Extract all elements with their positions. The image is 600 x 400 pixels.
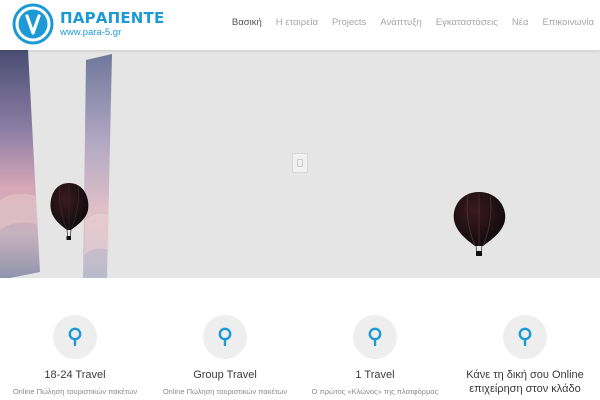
feature-desc: Online Πώληση τουριστικών πακέτων	[12, 387, 138, 396]
brand-name: ΠΑΡΑΠΕΝΤΕ	[60, 8, 165, 27]
nav-item-projects[interactable]: Projects	[332, 17, 366, 28]
map-pin-icon-glyph	[218, 327, 232, 347]
map-pin-icon-glyph	[368, 327, 382, 347]
map-pin-icon[interactable]	[353, 315, 397, 359]
nav-item-home[interactable]: Βασική	[232, 17, 262, 28]
page: ΠΑΡΑΠΕΝΤΕ www.para-5.gr Βασική Η εταιρεί…	[0, 0, 600, 400]
nav-item-company[interactable]: Η εταιρεία	[276, 17, 318, 28]
logo-text: ΠΑΡΑΠΕΝΤΕ www.para-5.gr	[60, 8, 165, 39]
feature-title: Group Travel	[193, 369, 257, 381]
map-pin-icon-glyph	[68, 327, 82, 347]
nav-item-development[interactable]: Ανάπτυξη	[380, 17, 421, 28]
nav-item-facilities[interactable]: Εγκαταστάσεις	[436, 17, 498, 28]
map-pin-icon[interactable]	[503, 315, 547, 359]
play-placeholder-inner	[297, 159, 303, 167]
hero-slider[interactable]	[0, 50, 600, 278]
logo-icon	[12, 3, 54, 45]
site-header: ΠΑΡΑΠΕΝΤΕ www.para-5.gr Βασική Η εταιρεί…	[0, 0, 600, 50]
feature-title: Κάνε τη δική σου Online επιχείρηση στον …	[466, 369, 584, 395]
nav-item-news[interactable]: Νέα	[512, 17, 529, 28]
feature-title: 1 Travel	[355, 369, 395, 381]
hot-air-balloon-left	[50, 183, 89, 240]
map-pin-icon[interactable]	[203, 315, 247, 359]
feature-desc: Ο πρώτος «Κλώνος» της πλατφόρμας	[311, 387, 439, 396]
map-pin-icon[interactable]	[53, 315, 97, 359]
feature-title: 18-24 Travel	[44, 369, 106, 381]
hero-left-strip	[0, 50, 40, 278]
map-pin-icon-glyph	[518, 327, 532, 347]
features-section: 18-24 Travel Online Πώληση τουριστικών π…	[0, 278, 600, 400]
logo[interactable]: ΠΑΡΑΠΕΝΤΕ www.para-5.gr	[12, 3, 164, 45]
main-nav: Βασική Η εταιρεία Projects Ανάπτυξη Εγκα…	[232, 17, 600, 28]
play-placeholder-icon[interactable]	[292, 153, 308, 173]
nav-item-contact[interactable]: Επικοινωνία	[542, 17, 594, 28]
feature-desc: Online Πώληση τουριστικών πακέτων	[162, 387, 288, 396]
brand-url: www.para-5.gr	[60, 26, 122, 38]
hot-air-balloon-right	[453, 192, 506, 256]
